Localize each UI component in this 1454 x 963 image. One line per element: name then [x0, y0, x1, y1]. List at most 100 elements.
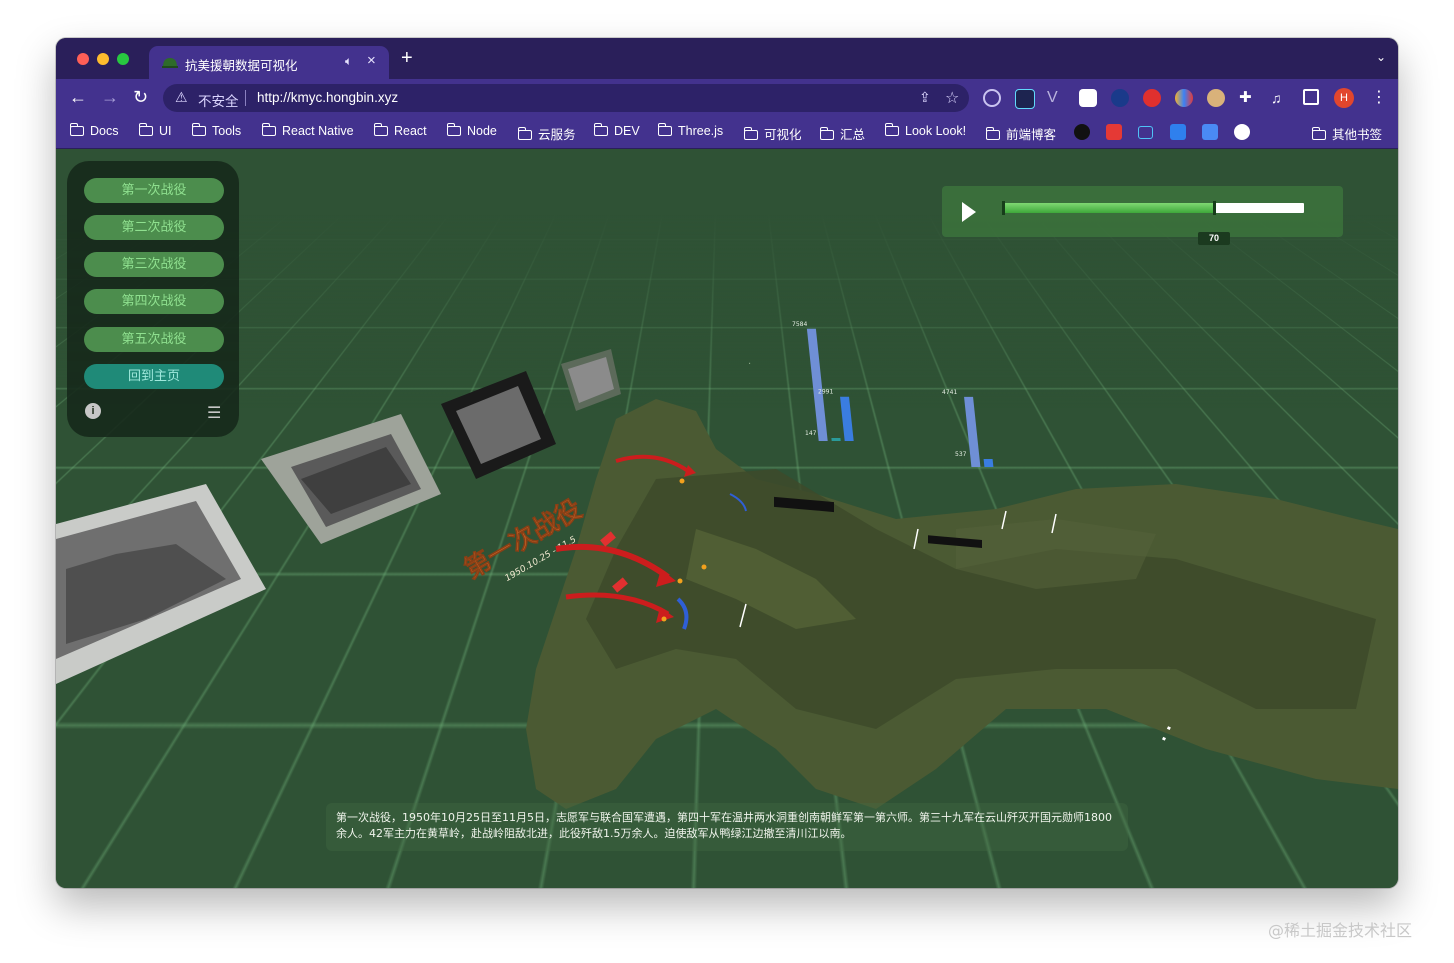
star-icon[interactable]: ☆: [945, 88, 959, 108]
back-button[interactable]: ←: [69, 87, 87, 107]
watermark: @稀土掘金技术社区: [1268, 921, 1413, 940]
red-g-icon[interactable]: [1106, 124, 1122, 140]
folder-icon: [985, 127, 1000, 140]
forward-button[interactable]: →: [101, 87, 119, 107]
chart-bar: [806, 328, 828, 442]
speaker-icon[interactable]: 🔈︎: [345, 54, 352, 69]
scene-3d: 第一次战役 1950.10.25 - 11.5 · · 75841472991 …: [56, 321, 1398, 809]
google-translate-icon[interactable]: [1202, 124, 1218, 140]
url-text[interactable]: http://kmyc.hongbin.xyz: [257, 90, 398, 105]
folder-icon: [743, 127, 758, 140]
helmet-icon: [162, 58, 178, 68]
info-icon[interactable]: i: [85, 403, 101, 419]
extension-face-icon[interactable]: [1207, 89, 1225, 107]
photo-frame: [441, 371, 556, 479]
translate-icon[interactable]: [1170, 124, 1186, 140]
divider: [245, 90, 246, 106]
security-label[interactable]: 不安全: [198, 90, 239, 110]
extension-dots-icon[interactable]: [1175, 89, 1193, 107]
extension-hand-icon[interactable]: [1143, 89, 1161, 107]
more-menu-icon[interactable]: ⋮: [1371, 87, 1387, 107]
timeline-player: 70: [942, 186, 1343, 245]
timeline-value: 70: [1198, 232, 1230, 245]
bar-chart: 7584 147 2991 4741 537: [792, 321, 994, 468]
bookmark-folder[interactable]: React Native: [261, 123, 354, 138]
bookmark-folder[interactable]: 汇总: [819, 124, 865, 143]
folder-icon: [373, 123, 388, 136]
bar-value-label: 147: [805, 430, 817, 437]
bar-value-label: 4741: [942, 389, 957, 396]
close-window-button[interactable]: [77, 53, 89, 65]
bookmark-folder[interactable]: Tools: [191, 123, 241, 138]
slider-start-tick: [1002, 201, 1005, 215]
battle-4-button[interactable]: 第四次战役: [84, 289, 224, 314]
description-text: 第一次战役，1950年10月25日至11月5日，志愿军与联合国军遭遇，第四十军在…: [336, 811, 1112, 840]
folder-icon: [261, 123, 276, 136]
bookmark-folder[interactable]: DEV: [593, 123, 640, 138]
photo-frame: [261, 414, 441, 544]
chart-bar: [840, 396, 854, 441]
toolbar: ← → ↻ ⚠ 不安全 http://kmyc.hongbin.xyz ⇪ ☆ …: [56, 79, 1398, 117]
bookmark-folder[interactable]: React: [373, 123, 427, 138]
home-button[interactable]: 回到主页: [84, 364, 224, 389]
folder-icon: [446, 123, 461, 136]
extension-eyes-icon[interactable]: [1079, 89, 1097, 107]
bar-value-label: 2991: [818, 389, 833, 396]
timeline-slider[interactable]: 70: [1002, 201, 1304, 245]
folder-icon: [191, 123, 206, 136]
warning-icon[interactable]: ⚠: [175, 89, 188, 106]
minimize-window-button[interactable]: [97, 53, 109, 65]
bar-value-label: 7584: [792, 321, 807, 328]
battle-3-button[interactable]: 第三次战役: [84, 252, 224, 277]
slider-handle[interactable]: [1213, 201, 1216, 215]
address-bar[interactable]: ⚠ 不安全 http://kmyc.hongbin.xyz ⇪ ☆: [163, 84, 969, 112]
share-icon[interactable]: ⇪: [919, 89, 931, 106]
tab-bar: 抗美援朝数据可视化 🔈︎ × + ⌄: [56, 38, 1398, 79]
bookmark-folder[interactable]: Docs: [69, 123, 118, 138]
side-panel-icon[interactable]: [1303, 89, 1319, 105]
photo-frame: [56, 484, 266, 684]
puzzle-icon[interactable]: ✚: [1239, 89, 1257, 107]
extension-circle-icon[interactable]: [983, 89, 1001, 107]
bookmark-folder[interactable]: 可视化: [743, 124, 802, 143]
profile-avatar[interactable]: H: [1334, 88, 1354, 108]
axis-label: ·: [748, 359, 751, 370]
bookmark-folder[interactable]: UI: [138, 123, 172, 138]
extension-check-icon[interactable]: [1111, 89, 1129, 107]
bookmark-folder[interactable]: 前端博客: [985, 124, 1056, 143]
battle-description: 第一次战役，1950年10月25日至11月5日，志愿军与联合国军遭遇，第四十军在…: [326, 803, 1128, 851]
bookmark-folder[interactable]: 云服务: [517, 124, 576, 143]
bookmark-folder[interactable]: Three.js: [657, 123, 723, 138]
active-tab[interactable]: 抗美援朝数据可视化 🔈︎ ×: [149, 46, 389, 79]
zoom-window-button[interactable]: [117, 53, 129, 65]
battle-2-button[interactable]: 第二次战役: [84, 215, 224, 240]
folder-icon: [69, 123, 84, 136]
folder-icon: [657, 123, 672, 136]
github-icon[interactable]: [1074, 124, 1090, 140]
new-tab-button[interactable]: +: [401, 48, 413, 68]
hamburger-menu-icon[interactable]: ☰: [207, 403, 221, 423]
other-bookmarks[interactable]: 其他书签: [1311, 124, 1382, 143]
google-icon[interactable]: [1234, 124, 1250, 140]
folder-icon: [517, 127, 532, 140]
photo-frame: [561, 349, 621, 411]
battle-menu: 第一次战役 第二次战役 第三次战役 第四次战役 第五次战役 回到主页 i ☰: [67, 161, 239, 437]
close-icon[interactable]: ×: [367, 52, 376, 69]
folder-icon: [1311, 127, 1326, 140]
browser-window: 抗美援朝数据可视化 🔈︎ × + ⌄ ← → ↻ ⚠ 不安全 http://km…: [56, 38, 1398, 888]
extension-react-icon[interactable]: [1015, 89, 1035, 109]
battle-1-button[interactable]: 第一次战役: [84, 178, 224, 203]
media-control-icon[interactable]: ♫: [1271, 89, 1289, 107]
folder-icon: [138, 123, 153, 136]
chevron-down-icon[interactable]: ⌄: [1376, 50, 1386, 64]
reload-button[interactable]: ↻: [133, 87, 148, 107]
bilibili-icon[interactable]: [1138, 126, 1153, 139]
folder-icon: [884, 123, 899, 136]
play-icon[interactable]: [962, 202, 976, 222]
chart-bar: [831, 438, 841, 441]
battle-5-button[interactable]: 第五次战役: [84, 327, 224, 352]
bookmark-folder[interactable]: Look Look!: [884, 123, 966, 138]
bookmark-folder[interactable]: Node: [446, 123, 497, 138]
visualization-canvas[interactable]: 第一次战役 1950.10.25 - 11.5 · · 7584 147 299…: [56, 149, 1398, 888]
extension-vue-icon[interactable]: V: [1047, 89, 1065, 107]
